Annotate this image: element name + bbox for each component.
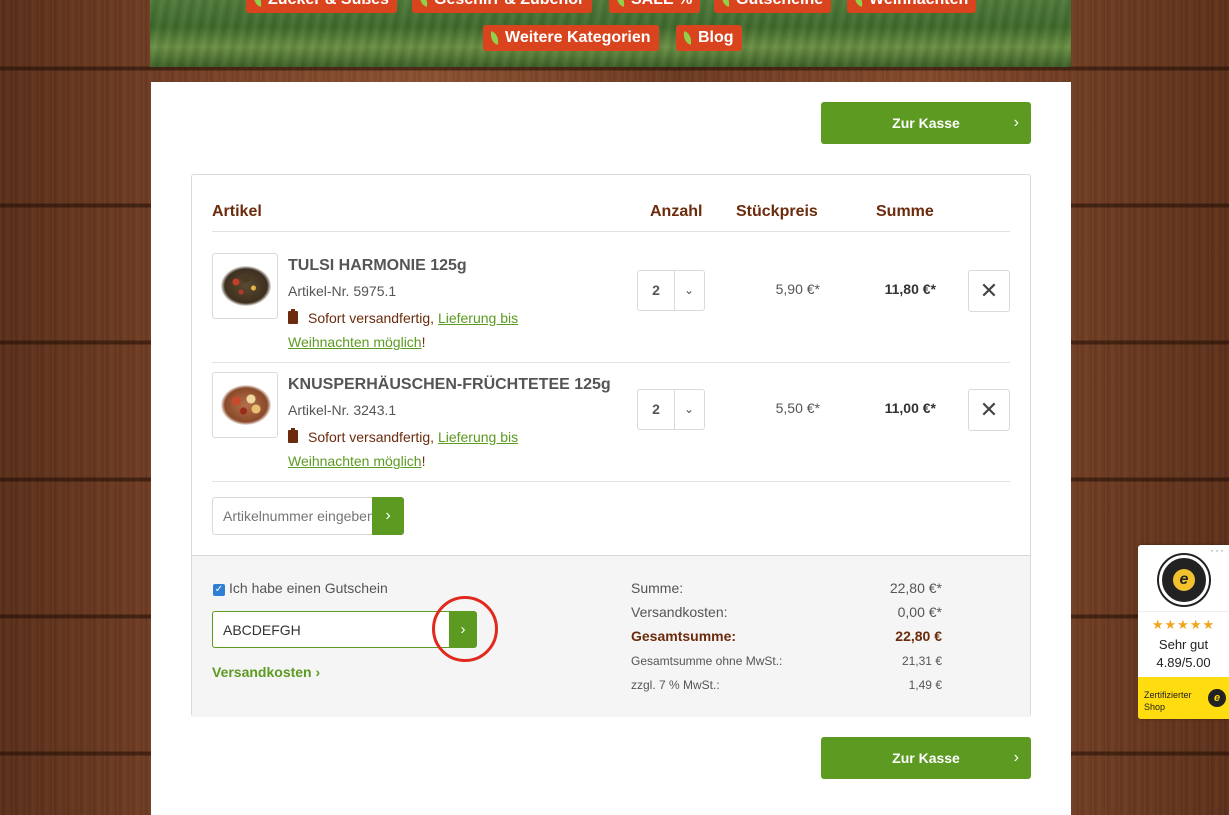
voucher-checkbox[interactable]: ✓ — [213, 584, 225, 596]
row-divider — [212, 231, 1010, 232]
leaf-icon — [682, 31, 693, 45]
chevron-down-icon: ⌄ — [683, 283, 695, 297]
delivery-info: Sofort versandfertig, Lieferung bis Weih… — [288, 309, 519, 350]
clipboard-check-icon — [288, 428, 298, 443]
leaf-icon — [418, 0, 429, 7]
more-options-icon[interactable]: ··· — [1210, 545, 1225, 557]
vat-value: 1,49 € — [908, 678, 942, 692]
cart-table: Artikel Anzahl Stückpreis Summe TULSI HA… — [191, 174, 1031, 717]
trusted-shops-seal-icon: e — [1159, 555, 1209, 605]
nav-item-tableware[interactable]: Geschirr & Zubehör — [412, 0, 593, 13]
chevron-right-icon: › — [1013, 749, 1019, 766]
nav-item-christmas[interactable]: Weihnachten — [847, 0, 977, 13]
nav-item-sweets[interactable]: Zucker & Süßes — [246, 0, 397, 13]
article-number: Artikel-Nr. 3243.1 — [288, 402, 397, 418]
net-total-value: 21,31 € — [901, 654, 942, 668]
leaf-icon — [615, 0, 626, 7]
table-row: KNUSPERHÄUSCHEN-FRÜCHTETEE 125g Artikel-… — [212, 372, 1010, 491]
nav-item-more-categories[interactable]: Weitere Kategorien — [483, 25, 659, 51]
column-header-total: Summe — [876, 203, 934, 220]
certified-shop-footer: Zertifizierter Shop e — [1138, 677, 1229, 719]
close-icon: ✕ — [979, 278, 999, 303]
rating-stars: ★★★★★ — [1151, 617, 1216, 632]
column-header-quantity: Anzahl — [650, 203, 703, 220]
nav-item-blog[interactable]: Blog — [676, 25, 742, 51]
chevron-right-icon: › — [1013, 114, 1019, 131]
grand-total-label: Gesamtsumme: — [631, 628, 737, 644]
checkout-button-bottom[interactable]: Zur Kasse › — [821, 737, 1031, 779]
product-image[interactable] — [212, 253, 278, 319]
line-total: 11,00 €* — [884, 400, 936, 416]
row-divider — [212, 362, 1010, 363]
shipping-value: 0,00 €* — [897, 604, 942, 620]
unit-price: 5,50 €* — [775, 400, 820, 416]
quantity-select[interactable]: 2 ⌄ — [637, 389, 705, 430]
vat-label: zzgl. 7 % MwSt.: — [631, 678, 720, 692]
subtotal-value: 22,80 €* — [889, 580, 942, 596]
highlight-ring — [432, 596, 498, 662]
remove-item-button[interactable]: ✕ — [968, 389, 1010, 431]
leaf-icon — [252, 0, 263, 7]
rating-label: Sehr gut — [1158, 637, 1209, 652]
chevron-right-icon: › — [385, 507, 391, 524]
product-title[interactable]: TULSI HARMONIE 125g — [288, 257, 467, 275]
rating-score: 4.89/5.00 — [1156, 655, 1211, 670]
quantity-select[interactable]: 2 ⌄ — [637, 270, 705, 311]
clipboard-check-icon — [288, 309, 298, 324]
leaf-icon — [489, 31, 500, 45]
grand-total-value: 22,80 € — [895, 628, 942, 644]
leaf-icon — [720, 0, 731, 7]
checkout-button-top[interactable]: Zur Kasse › — [821, 102, 1031, 144]
voucher-checkbox-label[interactable]: Ich habe einen Gutschein — [229, 580, 388, 596]
shipping-costs-link[interactable]: Versandkosten › — [212, 664, 320, 680]
trusted-shops-logo-icon: e — [1208, 689, 1226, 707]
remove-item-button[interactable]: ✕ — [968, 270, 1010, 312]
column-header-unit-price: Stückpreis — [736, 203, 818, 220]
table-row: TULSI HARMONIE 125g Artikel-Nr. 5975.1 S… — [212, 253, 1010, 372]
leaf-icon — [853, 0, 864, 7]
voucher-totals-section: ✓ Ich habe einen Gutschein › Versandkost… — [192, 555, 1030, 717]
chevron-down-icon: ⌄ — [683, 402, 695, 416]
product-title[interactable]: KNUSPERHÄUSCHEN-FRÜCHTETEE 125g — [288, 376, 611, 394]
article-number: Artikel-Nr. 5975.1 — [288, 283, 397, 299]
row-divider — [212, 481, 1010, 482]
subtotal-label: Summe: — [631, 580, 684, 596]
check-icon: ✓ — [214, 584, 224, 595]
delivery-info: Sofort versandfertig, Lieferung bis Weih… — [288, 428, 519, 469]
cart-page-panel: Zur Kasse › Artikel Anzahl Stückpreis Su… — [151, 82, 1071, 815]
nav-item-sale[interactable]: SALE % — [609, 0, 701, 13]
trusted-shops-badge[interactable]: ··· e ★★★★★ Sehr gut 4.89/5.00 Zertifizi… — [1138, 545, 1229, 719]
unit-price: 5,90 €* — [775, 281, 820, 297]
add-article-button[interactable]: › — [372, 497, 404, 535]
line-total: 11,80 €* — [884, 281, 936, 297]
shipping-label: Versandkosten: — [631, 604, 728, 620]
voucher-code-input[interactable] — [212, 611, 450, 648]
article-number-input[interactable] — [212, 497, 372, 535]
net-total-label: Gesamtsumme ohne MwSt.: — [631, 654, 783, 668]
column-header-article: Artikel — [212, 203, 262, 220]
nav-item-vouchers[interactable]: Gutscheine — [714, 0, 832, 13]
header-banner: Zucker & Süßes Geschirr & Zubehör SALE %… — [150, 0, 1071, 67]
product-image[interactable] — [212, 372, 278, 438]
close-icon: ✕ — [979, 397, 999, 422]
